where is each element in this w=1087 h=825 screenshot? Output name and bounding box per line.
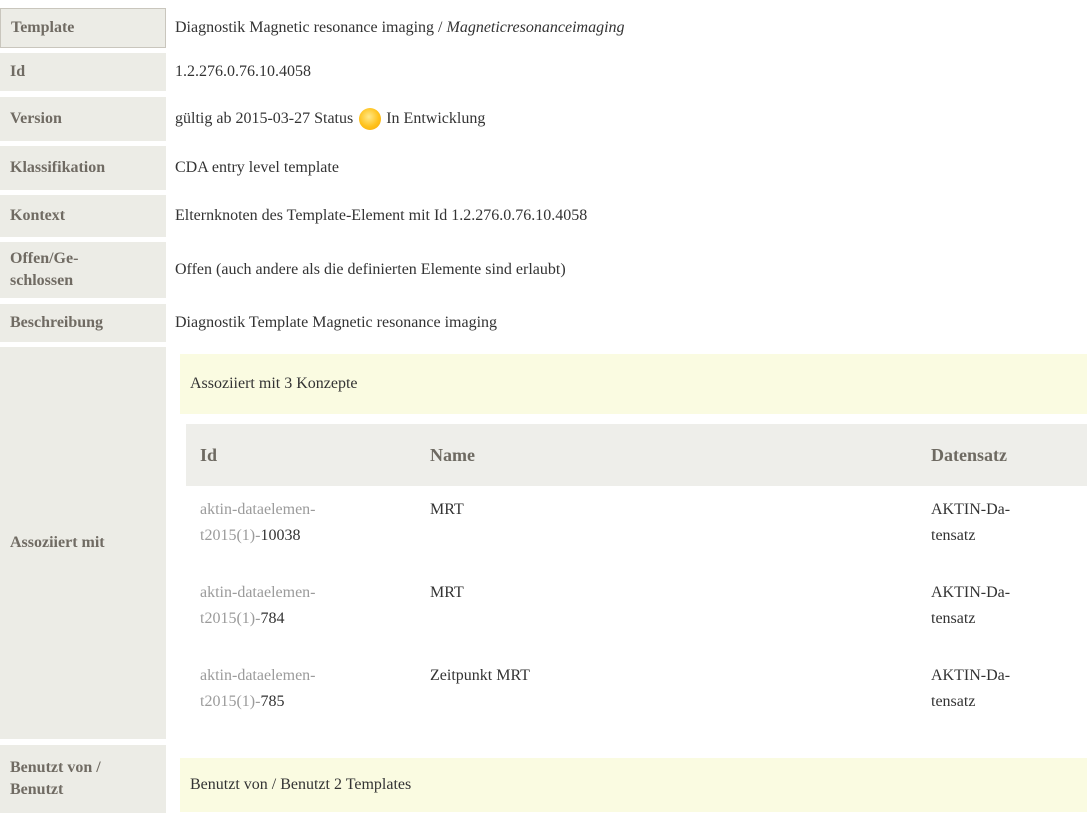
concept-id[interactable]: aktin-dataelemen-t2015(1)-784 [200, 580, 316, 632]
value-template: Diagnostik Magnetic resonance imaging / … [175, 19, 625, 36]
label-version: Version [0, 97, 166, 141]
value-offen-geschlossen: Offen (auch andere als die definierten E… [175, 261, 566, 278]
col-header-datensatz: Datensatz [931, 444, 1007, 465]
value-version: gültig ab 2015-03-27 Status In Entwicklun… [175, 97, 1087, 141]
concepts-table-header: Id Name Datensatz [186, 424, 1087, 486]
col-header-name: Name [430, 444, 475, 465]
label-template: Template [0, 8, 166, 48]
concept-id[interactable]: aktin-dataelemen-t2015(1)-10038 [200, 497, 316, 549]
concept-datensatz: AKTIN-Da-tensatz [931, 584, 1011, 627]
status-in-progress-icon [359, 108, 382, 130]
value-id: 1.2.276.0.76.10.4058 [175, 63, 311, 80]
concept-name: MRT [430, 584, 464, 601]
concept-datensatz: AKTIN-Da-tensatz [931, 667, 1011, 710]
value-beschreibung: Diagnostik Template Magnetic resonance i… [175, 314, 498, 331]
concept-name: Zeitpunkt MRT [430, 667, 530, 684]
status-text: In Entwicklung [386, 110, 486, 127]
label-id: Id [0, 53, 166, 91]
label-assoziiert-mit: Assoziiert mit [0, 347, 166, 739]
concept-datensatz: AKTIN-Da-tensatz [931, 501, 1011, 544]
label-offen-geschlossen: Offen/Ge-schlossen [0, 242, 166, 298]
assoziiert-header: Assoziiert mit 3 Konzepte [180, 354, 1087, 414]
concept-name: MRT [430, 501, 464, 518]
col-header-id: Id [200, 444, 218, 465]
benutzt-header: Benutzt von / Benutzt 2 Templates [180, 758, 1087, 812]
label-klassifikation: Klassifikation [0, 146, 166, 190]
concept-id[interactable]: aktin-dataelemen-t2015(1)-785 [200, 663, 316, 715]
value-kontext: Elternknoten des Template-Element mit Id… [175, 207, 588, 224]
label-kontext: Kontext [0, 195, 166, 237]
label-benutzt: Benutzt von / Benutzt [0, 745, 166, 813]
label-beschreibung: Beschreibung [0, 304, 166, 342]
template-italic-name: Magneticresonanceimaging [446, 19, 625, 36]
value-klassifikation: CDA entry level template [175, 159, 339, 176]
